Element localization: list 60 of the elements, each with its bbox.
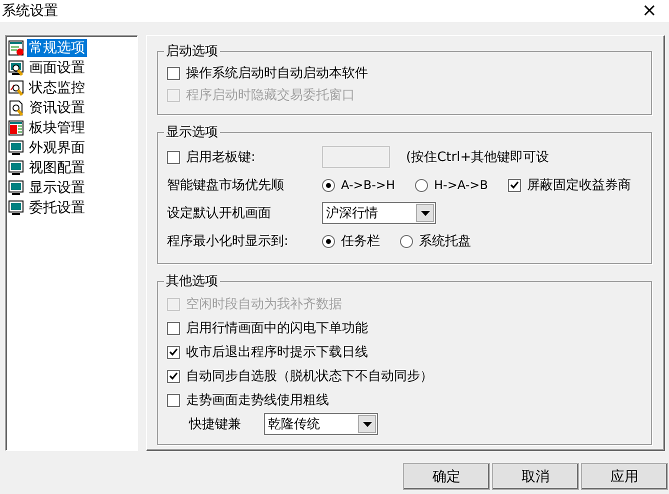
group-title: 启动选项 — [165, 43, 219, 60]
dialog-button[interactable]: 取消 — [492, 463, 579, 490]
radio-button[interactable] — [414, 178, 428, 192]
group-title: 显示选项 — [165, 124, 219, 141]
radio-button[interactable] — [322, 234, 335, 248]
grid-board-icon — [8, 120, 24, 136]
checkbox-label: 空闲时段自动为我补齐数据 — [186, 296, 342, 313]
hotkey-field[interactable] — [322, 146, 390, 168]
checkbox[interactable] — [167, 66, 180, 80]
category-item[interactable]: 常规选项 — [27, 39, 87, 57]
option-label: 程序最小化时显示到: — [167, 233, 290, 250]
radio-label: H->A->B — [434, 178, 488, 192]
dropdown[interactable]: 沪深行情 — [322, 202, 436, 224]
category-item[interactable]: 板块管理 — [27, 119, 87, 137]
category-item[interactable]: 状态监控 — [27, 79, 87, 97]
option-label: 设定默认开机画面 — [167, 205, 272, 222]
checkbox[interactable] — [167, 394, 180, 406]
window-title: 系统设置 — [2, 2, 58, 20]
radio-button[interactable] — [400, 234, 413, 248]
radio-label: A->B->H — [341, 178, 395, 192]
category-item[interactable]: 资讯设置 — [27, 99, 87, 117]
checkbox-label: 自动同步自选股（脱机状态下不自动同步） — [186, 368, 433, 385]
document-magnifier-icon — [8, 100, 24, 116]
monitor-icon — [8, 140, 24, 156]
checkbox-label: 操作系统启动时自动启动本软件 — [186, 65, 368, 82]
option-label: 智能键盘市场优先顺 — [167, 177, 285, 194]
radio-label: 系统托盘 — [419, 233, 471, 250]
monitor-icon — [8, 180, 24, 196]
dropdown[interactable]: 乾隆传统 — [264, 413, 378, 435]
monitor-icon — [8, 200, 24, 216]
dropdown-arrow-icon — [362, 422, 372, 426]
hint-text: (按住Ctrl+其他键即可设 — [406, 149, 550, 166]
checkbox[interactable] — [167, 150, 180, 164]
category-item[interactable]: 外观界面 — [27, 139, 87, 157]
checkbox-label: 走势画面走势线使用粗线 — [186, 392, 329, 409]
checkbox[interactable] — [508, 178, 521, 192]
checkbox[interactable] — [167, 322, 180, 334]
category-item[interactable]: 委托设置 — [27, 199, 87, 217]
magnifier-icon — [8, 60, 24, 76]
radio-button[interactable] — [322, 178, 335, 192]
dialog-button[interactable]: 确定 — [403, 463, 490, 490]
monitor-icon — [8, 160, 24, 176]
checkbox-label: 启用行情画面中的闪电下单功能 — [186, 320, 368, 337]
radio-label: 任务栏 — [341, 233, 380, 250]
checkbox-label: 程序启动时隐藏交易委托窗口 — [186, 87, 355, 104]
checkbox-label: 启用老板键: — [186, 149, 256, 166]
checkbox[interactable] — [167, 346, 180, 358]
close-button[interactable]: × — [634, 1, 665, 21]
dropdown-arrow-icon — [420, 210, 430, 216]
category-item[interactable]: 显示设置 — [27, 179, 87, 197]
checkbox-label: 收市后退出程序时提示下载日线 — [186, 344, 368, 361]
category-item[interactable]: 画面设置 — [27, 59, 87, 77]
checkbox-label: 屏蔽固定收益券商 — [526, 177, 631, 194]
checkbox[interactable] — [167, 370, 180, 382]
checklist-icon — [8, 40, 24, 56]
dialog-button[interactable]: 应用 — [581, 463, 668, 490]
group-title: 其他选项 — [165, 273, 219, 290]
monitor-magnifier-icon — [8, 80, 24, 96]
category-item[interactable]: 视图配置 — [27, 159, 87, 177]
option-label: 快捷键兼 — [189, 416, 242, 433]
